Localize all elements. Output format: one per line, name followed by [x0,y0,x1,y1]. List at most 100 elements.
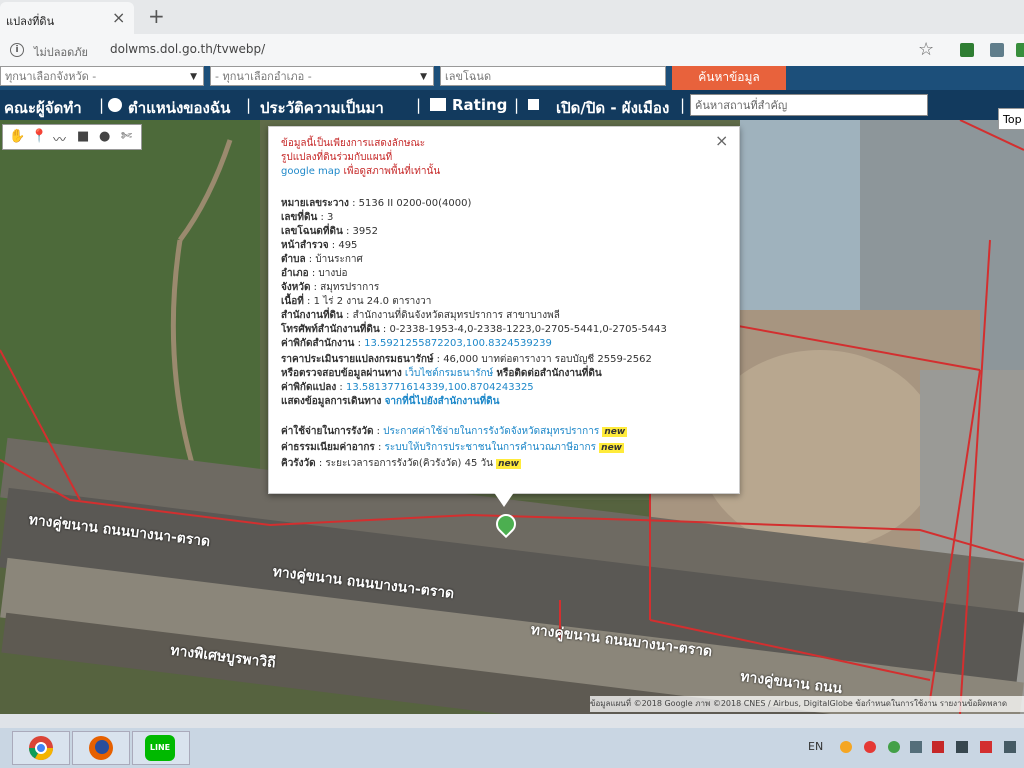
route-label: แสดงข้อมูลการเดินทาง [281,396,382,407]
tax-link[interactable]: ระบบให้บริการประชาชนในการคำนวณภาษีอากร [385,442,596,453]
search-form: ทุกนาเลือกจังหวัด - ▼ - ทุกนาเลือกอำเภอ … [0,66,1024,90]
deed-input-placeholder: เลขโฉนด [445,70,492,83]
polygon-icon[interactable]: ■ [77,129,89,144]
parcel-coord-label: ค่าพิกัดแปลง [281,382,337,393]
new-badge: new [599,443,624,453]
parcel-coord-link[interactable]: 13.5813771614339,100.8704243325 [346,382,534,393]
row-label: หน้าสำรวจ [281,240,329,251]
fee-label: ค่าใช้จ่ายในการรังวัด [281,426,374,437]
tray-icon[interactable] [864,741,876,753]
row-label: เลขโฉนดที่ดิน [281,226,343,237]
extension-icon[interactable] [990,43,1004,57]
disclaimer-line: เพื่อดูสภาพพื้นที่เท่านั้น [343,166,441,177]
chrome-app-button[interactable] [12,731,70,765]
drawing-toolbar: ✋ 📍 〰 ■ ● ✄ [2,124,142,150]
row-label: จังหวัด [281,282,311,293]
row-value: : 5136 II 0200-00(4000) [348,198,472,209]
amphoe-select[interactable]: - ทุกนาเลือกอำเภอ - ▼ [210,66,434,86]
info-icon[interactable]: i [10,43,24,57]
line-icon[interactable]: 〰 [53,129,66,148]
row-label: ตำบล [281,254,306,265]
clear-icon[interactable]: ✄ [121,129,132,144]
map-attribution[interactable]: ข้อมูลแผนที่ ©2018 Google ภาพ ©2018 CNES… [590,696,1024,712]
row-value: : บ้านระกาศ [305,254,363,265]
province-select-value: ทุกนาเลือกจังหวัด - [5,70,97,83]
google-map-text: google map [281,166,341,177]
queue-label: คิวรังวัด [281,458,316,469]
amphoe-select-value: - ทุกนาเลือกอำเภอ - [215,70,312,83]
check-label: หรือตรวจสอบข้อมูลผ่านทาง [281,368,402,379]
row-value: : สมุทรปราการ [310,282,380,293]
chevron-down-icon: ▼ [190,72,197,82]
row-label: เลขที่ดิน [281,212,318,223]
new-badge: new [496,459,521,469]
office-coord-link[interactable]: 13.5921255872203,100.8324539239 [364,338,552,349]
province-select[interactable]: ทุกนาเลือกจังหวัด - ▼ [0,66,204,86]
menu-item-history[interactable]: ประวัติความเป็นมา [260,96,384,120]
deed-number-input[interactable]: เลขโฉนด [440,66,666,86]
menu-item-rating[interactable]: Rating [452,96,507,114]
menu-divider: | [416,96,422,114]
tab-close-icon[interactable]: × [112,8,125,27]
row-value: : 495 [328,240,358,251]
not-secure-label: ไม่ปลอดภัย [34,46,88,59]
popup-pointer [493,491,515,507]
tray-icon[interactable] [980,741,992,753]
tray-icon[interactable] [840,741,852,753]
tray-icon[interactable] [932,741,944,753]
check-suffix: หรือติดต่อสำนักงานที่ดิน [496,368,602,379]
browser-tab[interactable]: แปลงที่ดิน × [0,2,134,34]
tray-icon[interactable] [888,741,900,753]
pan-hand-icon[interactable]: ✋ [9,129,25,144]
menu-item-city-plan-toggle[interactable]: เปิด/ปิด - ผังเมือง [556,96,669,120]
bookmark-star-icon[interactable]: ☆ [918,39,934,60]
row-value: : 0-2338-1953-4,0-2338-1223,0-2705-5441,… [379,324,667,335]
firefox-app-button[interactable] [72,731,130,765]
popup-close-icon[interactable]: × [715,131,728,150]
menu-divider: | [514,96,520,114]
new-tab-button[interactable]: + [148,4,165,28]
language-indicator[interactable]: EN [808,740,823,753]
disclaimer-line: รูปแปลงที่ดินร่วมกับแผนที่ [281,152,393,163]
office-coord-label: ค่าพิกัดสำนักงาน [281,338,355,349]
line-icon: LINE [145,735,175,761]
row-label: โทรศัพท์สำนักงานที่ดิน [281,324,380,335]
fee-link[interactable]: ประกาศค่าใช้จ่ายในการรังวัดจังหวัดสมุทรป… [383,426,599,437]
layer-icon [528,99,539,110]
circle-icon[interactable]: ● [99,129,110,144]
line-app-button[interactable]: LINE [132,731,190,765]
globe-icon [108,98,122,112]
price-value: : 46,000 บาทต่อตารางวา รอบบัญชี 2559-256… [433,354,652,365]
chevron-down-icon: ▼ [420,72,427,82]
queue-value: : ระยะเวลารอการรังวัด(คิวรังวัด) 45 วัน [315,458,493,469]
row-value: : 3 [317,212,334,223]
new-badge: new [602,427,628,437]
network-icon[interactable] [956,741,968,753]
tray-icon[interactable] [1004,741,1016,753]
row-label: สำนักงานที่ดิน [281,310,343,321]
pin-icon[interactable]: 📍 [31,129,47,144]
firefox-icon [89,736,113,760]
map-type-button[interactable]: Top [998,108,1024,130]
chart-icon [430,98,446,111]
menu-item-team[interactable]: คณะผู้จัดทำ [4,96,82,120]
treasury-website-link[interactable]: เว็บไซต์กรมธนารักษ์ [405,368,493,379]
menu-item-my-location[interactable]: ตำแหน่งของฉัน [128,96,230,120]
route-link[interactable]: จากที่นี่ไปยังสำนักงานที่ดิน [385,396,500,407]
menu-divider: | [246,96,252,114]
extension-icon[interactable] [1016,43,1024,57]
tab-title: แปลงที่ดิน [6,15,55,28]
row-value: : สำนักงานที่ดินจังหวัดสมุทรปราการ สาขาบ… [342,310,560,321]
extension-icon[interactable] [960,43,974,57]
menu-divider: | [680,96,686,114]
row-value: : 3952 [342,226,379,237]
search-button[interactable]: ค้นหาข้อมูล [672,66,786,90]
browser-tab-bar: แปลงที่ดิน × + [0,0,1024,34]
url-field[interactable]: dolwms.dol.go.th/tvwebp/ [110,42,265,56]
row-label: เนื้อที่ [281,296,304,307]
row-label: หมายเลขระวาง [281,198,349,209]
row-value: : บางบ่อ [308,268,348,279]
address-bar: i ไม่ปลอดภัย dolwms.dol.go.th/tvwebp/ ☆ [0,34,1024,67]
place-search-input[interactable]: ค้นหาสถานที่สำคัญ [690,94,928,116]
volume-icon[interactable] [910,741,922,753]
